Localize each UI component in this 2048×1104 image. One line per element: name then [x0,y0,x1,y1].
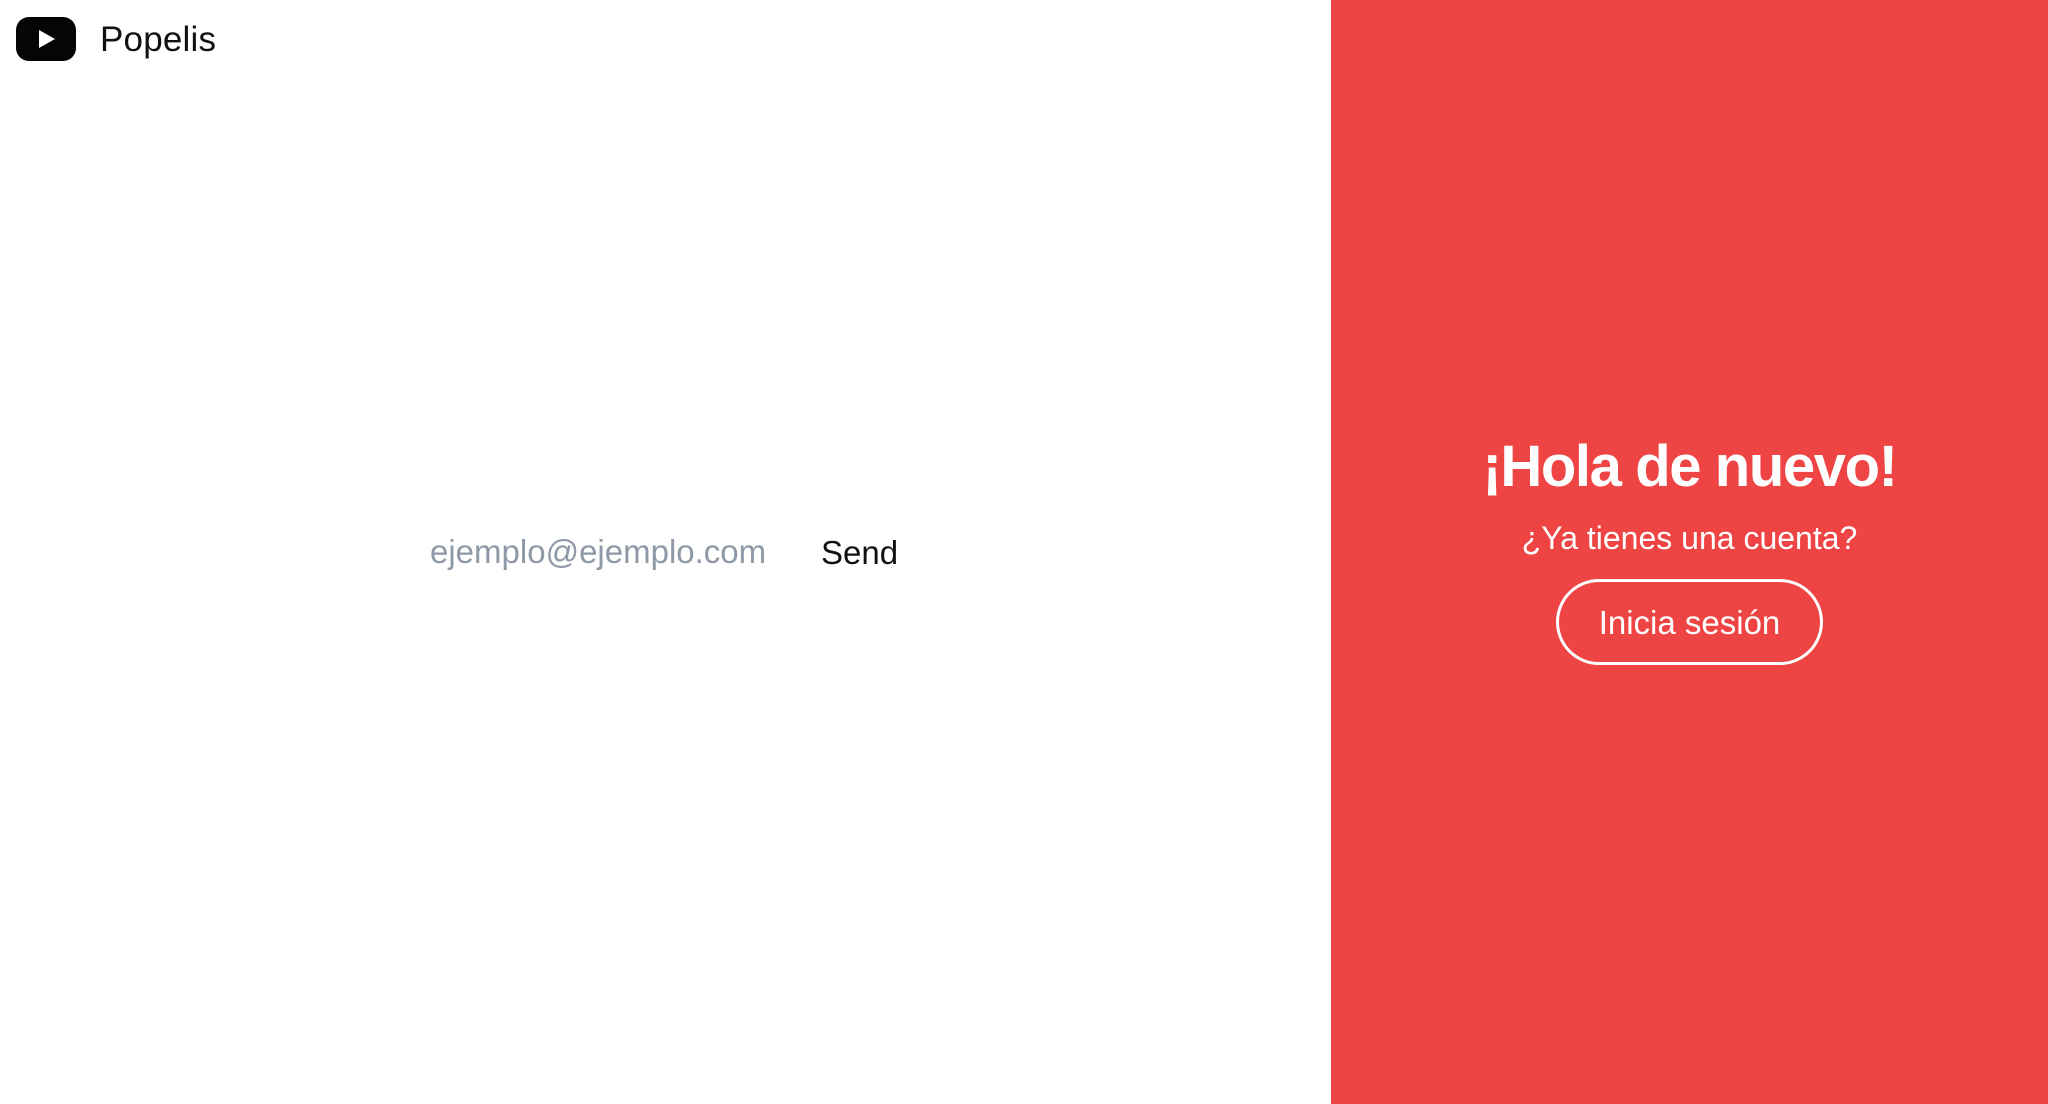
welcome-content: ¡Hola de nuevo! ¿Ya tienes una cuenta? I… [1331,428,2048,665]
welcome-panel: ¡Hola de nuevo! ¿Ya tienes una cuenta? I… [1331,0,2048,1104]
play-icon [16,17,76,61]
email-input[interactable] [430,529,803,575]
brand-name: Popelis [100,19,217,59]
brand-logo[interactable]: Popelis [16,14,216,64]
welcome-subtitle: ¿Ya tienes una cuenta? [1521,520,1858,556]
signup-pane: Popelis Send [0,0,1331,1104]
login-button[interactable]: Inicia sesión [1556,579,1823,665]
email-form: Send [430,529,898,575]
send-button[interactable]: Send [821,536,898,569]
welcome-title: ¡Hola de nuevo! [1482,434,1897,499]
